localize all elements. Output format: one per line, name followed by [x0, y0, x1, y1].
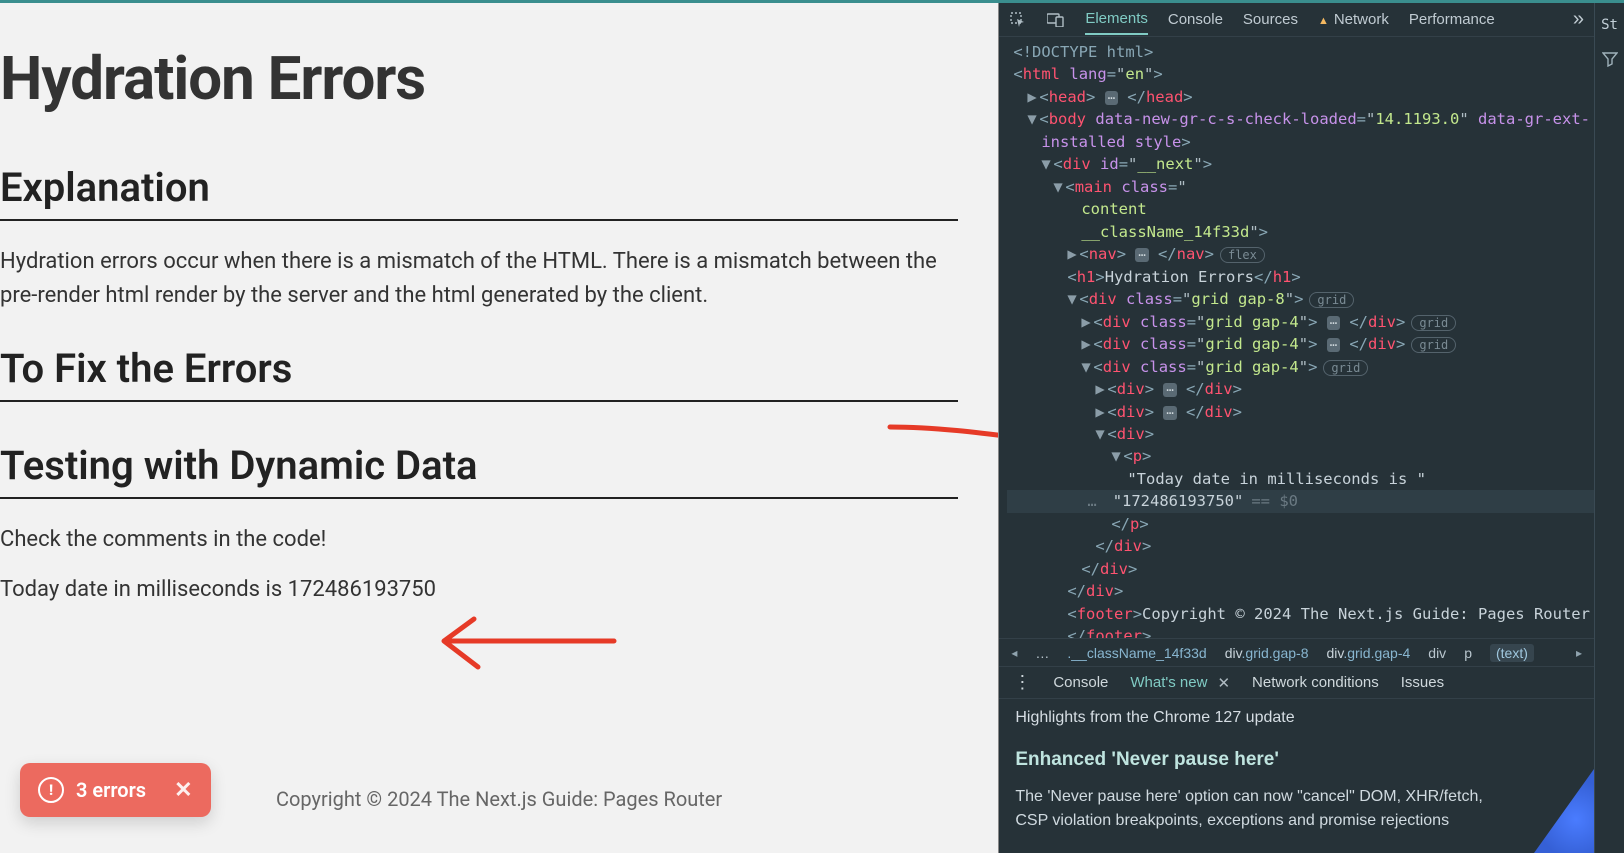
- heading-fix: To Fix the Errors: [0, 321, 958, 402]
- dom-node: installed style>: [1007, 131, 1594, 153]
- devtools-panel: Elements Console Sources Network Perform…: [999, 3, 1624, 853]
- page-title: Hydration Errors: [0, 3, 986, 140]
- dom-tree[interactable]: <!DOCTYPE html> <html lang="en"> ▶<head>…: [999, 37, 1594, 638]
- tab-console[interactable]: Console: [1168, 5, 1223, 34]
- drawer-highlights: Highlights from the Chrome 127 update: [1015, 709, 1578, 727]
- dom-node: content: [1007, 198, 1594, 220]
- crumb-forward-icon[interactable]: ▸: [1576, 646, 1582, 660]
- dom-node[interactable]: </div>: [1007, 580, 1594, 602]
- crumb[interactable]: p: [1464, 645, 1472, 661]
- crumb[interactable]: div: [1428, 645, 1446, 661]
- paragraph-check: Check the comments in the code!: [0, 515, 986, 565]
- filter-icon[interactable]: [1602, 51, 1618, 67]
- heading-explanation: Explanation: [0, 140, 958, 221]
- crumb[interactable]: div.grid.gap-8: [1225, 645, 1309, 661]
- dom-node[interactable]: ▶<head> ⋯ </head>: [1007, 86, 1594, 108]
- drawer-menu-icon[interactable]: ⋮: [1013, 672, 1031, 693]
- dom-node[interactable]: ▼<main class=": [1007, 176, 1594, 198]
- dom-node[interactable]: <html lang="en">: [1007, 63, 1594, 85]
- drawer-tab-console[interactable]: Console: [1053, 674, 1108, 691]
- tab-elements[interactable]: Elements: [1085, 4, 1148, 35]
- dom-node[interactable]: ▶<div> ⋯ </div>: [1007, 378, 1594, 400]
- dom-node[interactable]: ▼<div>: [1007, 423, 1594, 445]
- crumb[interactable]: …: [1035, 645, 1049, 661]
- dom-node[interactable]: ▶<div class="grid gap-4"> ⋯ </div>grid: [1007, 311, 1594, 333]
- dom-node[interactable]: ▼<div id="__next">: [1007, 153, 1594, 175]
- device-icon[interactable]: [1047, 11, 1065, 29]
- tab-network[interactable]: Network: [1318, 5, 1389, 34]
- dom-node[interactable]: </p>: [1007, 513, 1594, 535]
- tab-performance[interactable]: Performance: [1409, 5, 1495, 34]
- dom-node[interactable]: ▼<p>: [1007, 445, 1594, 467]
- dom-node[interactable]: </footer>: [1007, 625, 1594, 638]
- dom-node[interactable]: <!DOCTYPE html>: [1007, 41, 1594, 63]
- drawer-tabs: ⋮ Console What's new ✕ Network condition…: [999, 666, 1594, 698]
- drawer-paragraph: The 'Never pause here' option can now "c…: [1015, 785, 1505, 833]
- dom-text-node[interactable]: "Today date in milliseconds is ": [1007, 468, 1594, 490]
- dom-breadcrumbs[interactable]: ◂ … .__className_14f33d div.grid.gap-8 d…: [999, 638, 1594, 666]
- drawer-tab-whatsnew[interactable]: What's new: [1130, 674, 1207, 691]
- dom-node[interactable]: <h1>Hydration Errors</h1>: [1007, 266, 1594, 288]
- tab-sources[interactable]: Sources: [1243, 5, 1298, 34]
- drawer-tab-issues[interactable]: Issues: [1401, 674, 1444, 691]
- dom-node[interactable]: ▼<body data-new-gr-c-s-check-loaded="14.…: [1007, 108, 1594, 130]
- paragraph-today: Today date in milliseconds is 1724861937…: [0, 565, 986, 615]
- inspect-icon[interactable]: [1009, 11, 1027, 29]
- drawer-body: Highlights from the Chrome 127 update En…: [999, 698, 1594, 853]
- dom-node[interactable]: </div>: [1007, 535, 1594, 557]
- dom-node[interactable]: ▼<div class="grid gap-4">grid: [1007, 356, 1594, 378]
- drawer-tab-close-icon[interactable]: ✕: [1217, 674, 1230, 692]
- dom-node[interactable]: ▶<div> ⋯ </div>: [1007, 401, 1594, 423]
- close-icon[interactable]: ✕: [174, 778, 192, 803]
- crumb[interactable]: div.grid.gap-4: [1326, 645, 1410, 661]
- dom-node[interactable]: <footer>Copyright © 2024 The Next.js Gui…: [1007, 603, 1594, 625]
- drawer-heading: Enhanced 'Never pause here': [1015, 749, 1578, 771]
- dom-node[interactable]: ▶<nav> ⋯ </nav>flex: [1007, 243, 1594, 265]
- dom-text-node-selected[interactable]: …"172486193750"== $0: [1007, 490, 1594, 512]
- paragraph-explanation: Hydration errors occur when there is a m…: [0, 237, 986, 321]
- error-count: 3 errors: [76, 778, 146, 802]
- today-value: 172486193750: [288, 577, 436, 602]
- page-content: Hydration Errors Explanation Hydration e…: [0, 3, 986, 735]
- crumb[interactable]: .__className_14f33d: [1067, 645, 1206, 661]
- more-tabs-icon[interactable]: »: [1573, 8, 1584, 31]
- error-icon: !: [38, 777, 64, 803]
- dom-node[interactable]: ▼<div class="grid gap-8">grid: [1007, 288, 1594, 310]
- styles-label[interactable]: St: [1601, 9, 1618, 41]
- dom-node: __className_14f33d">: [1007, 221, 1594, 243]
- dom-node[interactable]: ▶<div class="grid gap-4"> ⋯ </div>grid: [1007, 333, 1594, 355]
- today-label: Today date in milliseconds is: [0, 577, 288, 602]
- drawer-tab-network[interactable]: Network conditions: [1252, 674, 1379, 691]
- crumb-back-icon[interactable]: ◂: [1011, 646, 1017, 660]
- devtools-logo: [1534, 769, 1594, 853]
- crumb-current[interactable]: (text): [1490, 644, 1534, 662]
- styles-side-panel[interactable]: St: [1594, 3, 1624, 853]
- error-toast[interactable]: ! 3 errors ✕: [20, 763, 211, 817]
- page-viewport: Hydration Errors Explanation Hydration e…: [0, 3, 999, 853]
- devtools-tabs: Elements Console Sources Network Perform…: [999, 3, 1594, 37]
- footer-copyright: Copyright © 2024 The Next.js Guide: Page…: [276, 787, 722, 811]
- heading-testing: Testing with Dynamic Data: [0, 418, 958, 499]
- dom-node[interactable]: </div>: [1007, 558, 1594, 580]
